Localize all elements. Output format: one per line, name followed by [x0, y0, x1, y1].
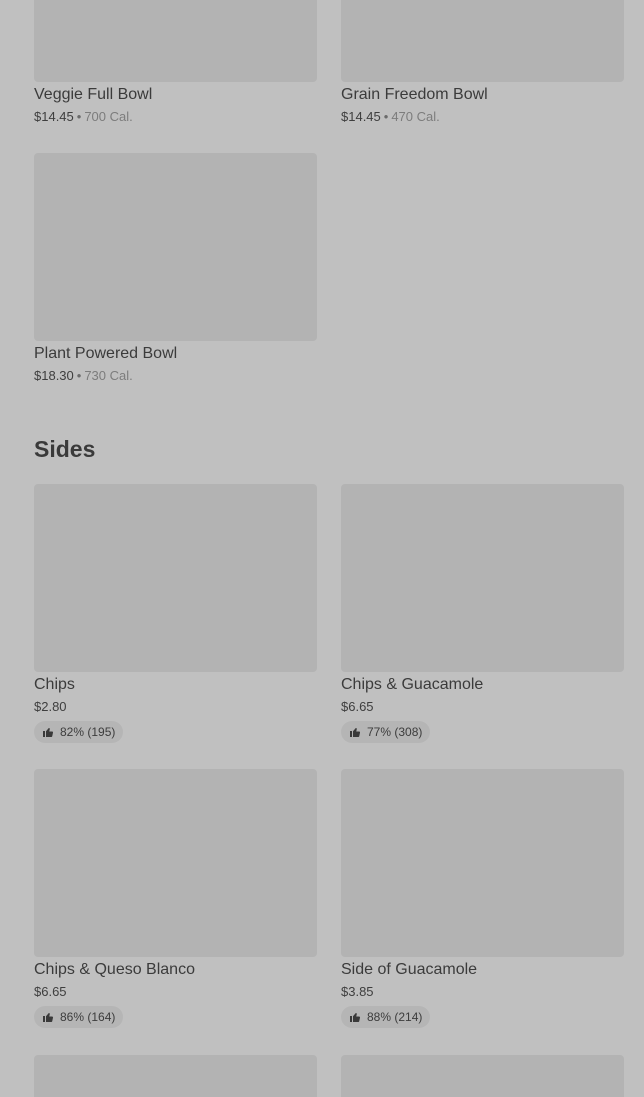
menu-item-meta: $14.45 • 700 Cal. [34, 108, 317, 126]
separator-dot: • [383, 109, 389, 124]
menu-item-card[interactable]: Veggie Full Bowl $14.45 • 700 Cal. [34, 0, 317, 126]
menu-item-price: $14.45 [34, 109, 74, 124]
rating-badge: 88% (214) [341, 1006, 431, 1028]
menu-item-calories: 470 Cal. [391, 109, 440, 124]
menu-item-card[interactable]: Chips & Guacamole $6.65 77% (308) [341, 484, 624, 743]
menu-item-meta: $3.85 [341, 983, 624, 1001]
menu-item-meta: $6.65 [341, 698, 624, 716]
rating-badge: 82% (195) [34, 721, 124, 743]
menu-item-price: $18.30 [34, 368, 74, 383]
menu-item-name: Side of Guacamole [341, 961, 478, 978]
rating-text: 86% (164) [60, 1010, 116, 1024]
rating-text: 88% (214) [367, 1010, 423, 1024]
menu-item-calories: 730 Cal. [84, 368, 133, 383]
menu-item-meta: $2.80 [34, 698, 317, 716]
menu-item-image[interactable] [341, 0, 624, 82]
menu-item-price: $6.65 [34, 984, 67, 999]
thumbs-up-icon [350, 728, 361, 737]
menu-item-price: $2.80 [34, 699, 67, 714]
thumbs-up-icon [43, 1013, 54, 1022]
menu-item-meta: $18.30 • 730 Cal. [34, 367, 317, 385]
menu-page: Veggie Full Bowl $14.45 • 700 Cal. Grain F… [0, 0, 644, 1097]
menu-item-image[interactable] [341, 1055, 624, 1097]
thumbs-up-icon [43, 728, 54, 737]
menu-item-image[interactable] [34, 1055, 317, 1097]
menu-item-image[interactable] [34, 769, 317, 957]
separator-dot: • [76, 109, 82, 124]
menu-item-card[interactable]: Plant Powered Bowl $18.30 • 730 Cal. [34, 153, 317, 385]
menu-item-card[interactable]: Side of Guacamole $3.85 88% (214) [341, 769, 624, 1028]
rating-text: 77% (308) [367, 725, 423, 739]
menu-item-image[interactable] [34, 153, 317, 341]
menu-item-meta: $14.45 • 470 Cal. [341, 108, 624, 126]
menu-item-image[interactable] [341, 484, 624, 672]
menu-item-name: Plant Powered Bowl [34, 345, 178, 362]
menu-item-name: Chips & Guacamole [341, 676, 484, 693]
menu-item-name: Grain Freedom Bowl [341, 86, 488, 103]
rating-text: 82% (195) [60, 725, 116, 739]
menu-item-meta: $6.65 [34, 983, 317, 1001]
menu-item-card[interactable] [341, 1055, 624, 1097]
menu-item-price: $6.65 [341, 699, 374, 714]
menu-item-name: Chips [34, 676, 75, 693]
menu-item-image[interactable] [341, 769, 624, 957]
menu-item-price: $3.85 [341, 984, 374, 999]
menu-item-card[interactable] [34, 1055, 317, 1097]
rating-badge: 77% (308) [341, 721, 431, 743]
menu-item-calories: 700 Cal. [84, 109, 133, 124]
rating-badge: 86% (164) [34, 1006, 124, 1028]
menu-item-card[interactable]: Chips & Queso Blanco $6.65 86% (164) [34, 769, 317, 1028]
section-title-sides: Sides [34, 436, 96, 462]
menu-item-name: Chips & Queso Blanco [34, 961, 195, 978]
menu-item-image[interactable] [34, 0, 317, 82]
thumbs-up-icon [350, 1013, 361, 1022]
menu-item-image[interactable] [34, 484, 317, 672]
menu-item-name: Veggie Full Bowl [34, 86, 153, 103]
menu-item-price: $14.45 [341, 109, 381, 124]
menu-item-card[interactable]: Chips $2.80 82% (195) [34, 484, 317, 743]
separator-dot: • [76, 368, 82, 383]
menu-item-card[interactable]: Grain Freedom Bowl $14.45 • 470 Cal. [341, 0, 624, 126]
